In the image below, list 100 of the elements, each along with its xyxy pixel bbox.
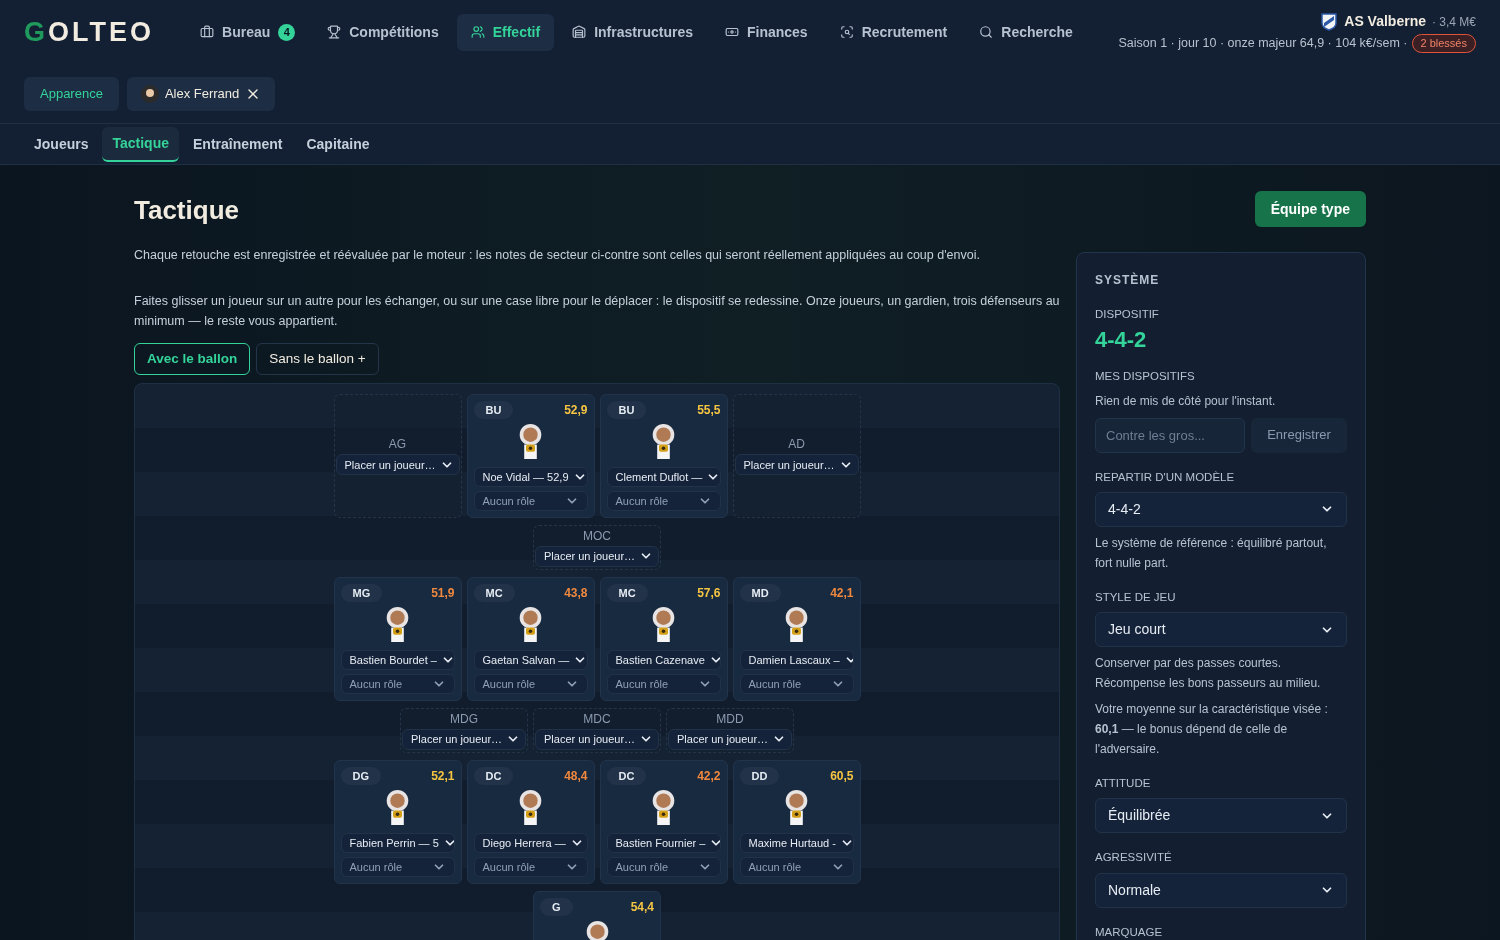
slot-label: MOC [583, 527, 611, 544]
slot-label: MDC [583, 710, 611, 727]
nav-tab[interactable]: Effectif [456, 13, 555, 51]
position-badge: MC [473, 583, 515, 602]
name-input[interactable]: Contre les gros... [1095, 417, 1245, 453]
section-note: Votre moyenne sur la caractéristique visée : 60,1 — le bonus dépend de celle de l'adversaire. [1095, 701, 1329, 758]
role-select[interactable]: Aucun rôle [340, 673, 455, 694]
player-select[interactable]: Placer un joueur… [535, 545, 659, 567]
role-select[interactable]: Aucun rôle [739, 856, 854, 877]
player-card[interactable]: DD 60,5 Maxime Hurtaud - Aucun rôle [732, 759, 861, 884]
player-select[interactable]: Placer un joueur… [335, 454, 460, 476]
dropdown[interactable]: Jeu court [1095, 612, 1347, 647]
player-card[interactable]: MG 51,9 Bastien Bourdet – Aucun rôle [333, 576, 462, 701]
player-select[interactable]: Placer un joueur… [668, 728, 792, 750]
player-select[interactable]: Placer un joueur… [535, 728, 659, 750]
nav-tab[interactable]: Finances [710, 13, 822, 51]
team-button[interactable]: Équipe type [1254, 191, 1366, 227]
player-card[interactable]: BU 52,9 Noe Vidal — 52,9 Aucun rôle [466, 393, 595, 518]
player-card[interactable]: MD 42,1 Damien Lascaux – Aucun rôle [732, 576, 861, 701]
phase-tab[interactable]: Avec le ballon [134, 342, 251, 375]
intro-text: Chaque retouche est enregistrée et réévaluée par le moteur : les notes de secteur ci-contre sont celles qui seront réellement appliquées au coup d'envoi. [134, 247, 981, 264]
position-badge: BU [473, 400, 514, 419]
position-badge: DC [473, 766, 514, 785]
role-select[interactable]: Aucun rôle [606, 490, 721, 511]
subtab[interactable]: Capitaine [296, 127, 380, 161]
slot-label: AD [788, 436, 805, 453]
page-title: Tactique [134, 194, 239, 227]
phase-tab[interactable]: Sans le ballon + [256, 342, 379, 375]
player-avatar-icon [384, 788, 411, 825]
player-select[interactable]: Placer un joueur… [734, 454, 859, 476]
subtab[interactable]: Entraînement [183, 127, 293, 161]
player-rating: 52,1 [431, 767, 455, 785]
subtab[interactable]: Tactique [102, 126, 179, 162]
player-select[interactable]: Fabien Perrin — 5 [340, 832, 455, 853]
avatar-icon [140, 85, 159, 103]
role-select[interactable]: Aucun rôle [473, 856, 588, 877]
section-label: AGRESSIVITÉ [1095, 850, 1173, 866]
player-rating: 55,5 [697, 401, 721, 419]
section-label: ATTITUDE [1095, 776, 1152, 791]
users-icon [470, 25, 485, 39]
role-select[interactable]: Aucun rôle [473, 673, 588, 694]
role-select[interactable]: Aucun rôle [739, 673, 854, 694]
player-card[interactable]: BU 55,5 Clement Duflot — Aucun rôle [599, 393, 728, 518]
nav-tab[interactable]: Infrastructures [558, 13, 707, 51]
player-select[interactable]: Bastien Cazenave [606, 649, 721, 670]
player-rating: 42,2 [697, 767, 721, 785]
player-select[interactable]: Bastien Bourdet – [340, 649, 455, 670]
dropdown[interactable]: Normale [1095, 872, 1347, 908]
player-avatar-icon [650, 422, 677, 459]
role-select[interactable]: Aucun rôle [473, 490, 588, 511]
player-select[interactable]: Clement Duflot — [606, 466, 721, 487]
position-badge: MC [606, 583, 648, 602]
player-avatar-icon [783, 605, 810, 642]
manager-chip[interactable]: Alex Ferrand [126, 77, 276, 111]
player-rating: 54,4 [630, 898, 654, 916]
subtab[interactable]: Joueurs [24, 127, 99, 161]
player-select[interactable]: Noe Vidal — 52,9 [473, 466, 588, 487]
section-label: DISPOSITIF [1095, 307, 1160, 322]
search-person-icon [839, 25, 854, 39]
player-select[interactable]: Diego Herrera — [473, 832, 588, 853]
position-badge: BU [606, 400, 647, 419]
slot-label: MDG [450, 710, 478, 727]
dropdown[interactable]: 4-4-2 [1095, 491, 1347, 527]
position-badge: MG [340, 583, 383, 602]
club-budget: · 3,4 M€ [1432, 13, 1476, 31]
position-badge: DD [739, 766, 780, 785]
briefcase-icon [200, 25, 214, 39]
dropdown[interactable]: Équilibrée [1095, 798, 1347, 834]
nav-tab[interactable]: Recrutement [825, 13, 962, 51]
nav-tab[interactable]: Recherche [965, 13, 1087, 51]
section-note: Conserver par des passes courtes. Récompense les bons passeurs au milieu. [1095, 655, 1322, 692]
slot-label: AG [388, 436, 407, 453]
save-button[interactable]: Enregistrer [1251, 417, 1347, 453]
player-card[interactable]: G 54,4 [533, 890, 661, 940]
appearance-button[interactable]: Apparence [24, 77, 119, 111]
player-card[interactable]: DG 52,1 Fabien Perrin — 5 Aucun rôle [333, 759, 462, 884]
nav-tab[interactable]: Bureau 4 [186, 13, 310, 51]
player-select[interactable]: Placer un joueur… [402, 728, 526, 750]
panel-title: SYSTÈME [1095, 271, 1161, 289]
nav-tab[interactable]: Compétitions [313, 13, 453, 51]
player-rating: 42,1 [830, 584, 854, 602]
player-select[interactable]: Bastien Fournier – [606, 832, 721, 853]
player-card[interactable]: MC 57,6 Bastien Cazenave Aucun rôle [599, 576, 728, 701]
club-crest-icon [1320, 12, 1339, 31]
player-card[interactable]: DC 48,4 Diego Herrera — Aucun rôle [466, 759, 595, 884]
player-rating: 43,8 [564, 584, 588, 602]
player-select[interactable]: Damien Lascaux – [739, 649, 854, 670]
player-rating: 51,9 [431, 584, 455, 602]
role-select[interactable]: Aucun rôle [340, 856, 455, 877]
injuries-badge[interactable]: 2 blessés [1411, 34, 1476, 53]
trophy-icon [327, 25, 342, 39]
player-select[interactable]: Gaetan Salvan — [473, 649, 588, 670]
player-card[interactable]: DC 42,2 Bastien Fournier – Aucun rôle [599, 759, 728, 884]
player-card[interactable]: MC 43,8 Gaetan Salvan — Aucun rôle [466, 576, 595, 701]
player-rating: 60,5 [830, 767, 854, 785]
player-select[interactable]: Maxime Hurtaud - [739, 832, 854, 853]
player-avatar-icon [783, 788, 810, 825]
role-select[interactable]: Aucun rôle [606, 673, 721, 694]
logo[interactable]: GOLTEO [24, 11, 154, 53]
role-select[interactable]: Aucun rôle [606, 856, 721, 877]
